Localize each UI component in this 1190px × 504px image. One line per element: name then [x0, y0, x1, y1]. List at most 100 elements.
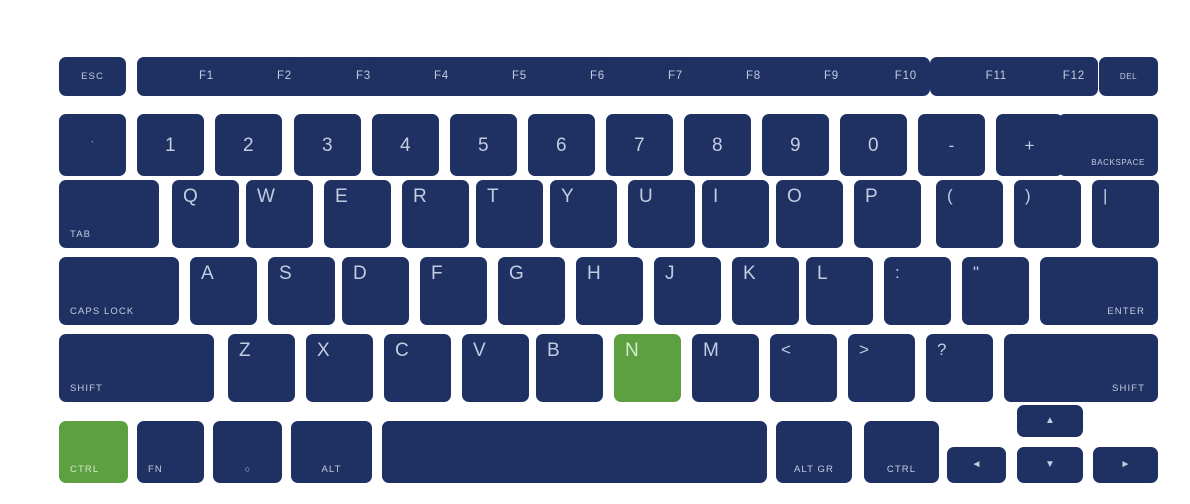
on-screen-keyboard: ESC F1 F2 F3 F4 F5 F6 F7 F8 F9 F10 F11 F12 DEL ` 1 2 3 4 5 6… — [0, 0, 1190, 504]
key-q-label: Q — [183, 186, 199, 207]
key-caps-lock[interactable]: CAPS LOCK — [59, 257, 179, 325]
key-k[interactable]: K — [732, 257, 799, 325]
key-tab[interactable]: TAB — [59, 180, 159, 248]
key-colon[interactable]: : — [884, 257, 951, 325]
key-4[interactable]: 4 — [372, 114, 439, 176]
key-h-label: H — [587, 263, 602, 284]
key-z[interactable]: Z — [228, 334, 295, 402]
key-1[interactable]: 1 — [137, 114, 204, 176]
key-m[interactable]: M — [692, 334, 759, 402]
key-g-label: G — [509, 263, 525, 284]
key-tab-label: TAB — [70, 228, 92, 240]
key-f5[interactable]: F5 — [450, 57, 540, 96]
key-2[interactable]: 2 — [215, 114, 282, 176]
key-f3[interactable]: F3 — [294, 57, 384, 96]
key-paren-open-label: ( — [947, 186, 953, 205]
key-6[interactable]: 6 — [528, 114, 595, 176]
key-alt-left[interactable]: ALT — [291, 421, 372, 483]
key-7[interactable]: 7 — [606, 114, 673, 176]
key-f10-label: F10 — [894, 69, 917, 82]
key-f1[interactable]: F1 — [137, 57, 227, 96]
key-j[interactable]: J — [654, 257, 721, 325]
key-t[interactable]: T — [476, 180, 543, 248]
key-alt-gr[interactable]: ALT GR — [776, 421, 852, 483]
key-f9[interactable]: F9 — [762, 57, 852, 96]
key-x[interactable]: X — [306, 334, 373, 402]
key-f2[interactable]: F2 — [215, 57, 305, 96]
key-y[interactable]: Y — [550, 180, 617, 248]
key-f4[interactable]: F4 — [372, 57, 462, 96]
key-8[interactable]: 8 — [684, 114, 751, 176]
key-g[interactable]: G — [498, 257, 565, 325]
key-question[interactable]: ? — [926, 334, 993, 402]
key-f12[interactable]: F12 — [1008, 57, 1098, 96]
key-less-than[interactable]: < — [770, 334, 837, 402]
key-f[interactable]: F — [420, 257, 487, 325]
key-question-label: ? — [937, 340, 947, 359]
key-arrow-down[interactable]: ▼ — [1017, 447, 1083, 483]
key-9[interactable]: 9 — [762, 114, 829, 176]
key-e[interactable]: E — [324, 180, 391, 248]
key-u[interactable]: U — [628, 180, 695, 248]
key-p[interactable]: P — [854, 180, 921, 248]
key-f7[interactable]: F7 — [606, 57, 696, 96]
key-f6[interactable]: F6 — [528, 57, 618, 96]
key-shift-right[interactable]: SHIFT — [1004, 334, 1158, 402]
key-a[interactable]: A — [190, 257, 257, 325]
key-backspace[interactable]: BACKSPACE — [1058, 114, 1158, 176]
key-3-label: 3 — [321, 134, 334, 156]
key-f11[interactable]: F11 — [930, 57, 1020, 96]
key-q[interactable]: Q — [172, 180, 239, 248]
key-arrow-up-label: ▲ — [1045, 415, 1055, 426]
key-v[interactable]: V — [462, 334, 529, 402]
key-del[interactable]: DEL — [1099, 57, 1158, 96]
key-ctrl-right[interactable]: CTRL — [864, 421, 939, 483]
key-paren-open[interactable]: ( — [936, 180, 1003, 248]
key-arrow-right[interactable]: ► — [1093, 447, 1158, 483]
key-super[interactable]: ○ — [213, 421, 282, 483]
key-greater-than[interactable]: > — [848, 334, 915, 402]
key-t-label: T — [487, 186, 500, 207]
key-s-label: S — [279, 263, 293, 284]
key-arrow-down-label: ▼ — [1045, 459, 1055, 470]
key-5[interactable]: 5 — [450, 114, 517, 176]
key-space[interactable] — [382, 421, 767, 483]
key-s[interactable]: S — [268, 257, 335, 325]
key-c[interactable]: C — [384, 334, 451, 402]
key-0[interactable]: 0 — [840, 114, 907, 176]
key-f1-label: F1 — [198, 69, 214, 82]
key-l[interactable]: L — [806, 257, 873, 325]
key-esc[interactable]: ESC — [59, 57, 126, 96]
key-u-label: U — [639, 186, 654, 207]
key-3[interactable]: 3 — [294, 114, 361, 176]
key-f6-label: F6 — [589, 69, 605, 82]
key-paren-close-label: ) — [1025, 186, 1031, 205]
key-minus[interactable]: - — [918, 114, 985, 176]
key-fn[interactable]: FN — [137, 421, 204, 483]
key-o[interactable]: O — [776, 180, 843, 248]
key-h[interactable]: H — [576, 257, 643, 325]
key-arrow-up[interactable]: ▲ — [1017, 405, 1083, 437]
key-paren-close[interactable]: ) — [1014, 180, 1081, 248]
key-b[interactable]: B — [536, 334, 603, 402]
key-shift-left[interactable]: SHIFT — [59, 334, 214, 402]
key-r[interactable]: R — [402, 180, 469, 248]
key-n[interactable]: N — [614, 334, 681, 402]
key-r-label: R — [413, 186, 428, 207]
key-w[interactable]: W — [246, 180, 313, 248]
key-enter[interactable]: ENTER — [1040, 257, 1158, 325]
key-backtick-label: ` — [91, 139, 94, 150]
key-quote[interactable]: " — [962, 257, 1029, 325]
key-pipe[interactable]: | — [1092, 180, 1159, 248]
key-plus[interactable]: + — [996, 114, 1063, 176]
key-ctrl-left[interactable]: CTRL — [59, 421, 128, 483]
key-arrow-left-label: ◄ — [971, 459, 982, 470]
key-f-label: F — [431, 263, 444, 284]
key-arrow-left[interactable]: ◄ — [947, 447, 1006, 483]
key-f8[interactable]: F8 — [684, 57, 774, 96]
key-f10[interactable]: F10 — [840, 57, 930, 96]
key-backtick[interactable]: ` — [59, 114, 126, 176]
key-d[interactable]: D — [342, 257, 409, 325]
key-c-label: C — [395, 340, 410, 361]
key-i[interactable]: I — [702, 180, 769, 248]
